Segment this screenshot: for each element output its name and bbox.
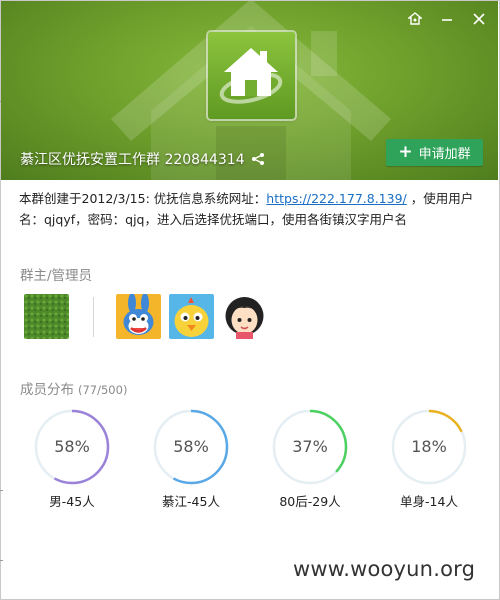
join-group-button[interactable]: + 申请加群: [386, 139, 483, 166]
group-title: 綦江区优抚安置工作群 220844314: [20, 149, 265, 169]
girl-avatar-icon: [222, 294, 267, 339]
stat-region[interactable]: 58% 綦江-45人: [149, 407, 233, 510]
stat-percent: 58%: [173, 437, 209, 456]
stat-label: 男-45人: [49, 494, 95, 509]
chick-avatar-icon: [169, 294, 214, 339]
stat-single[interactable]: 18% 单身-14人: [387, 407, 471, 510]
bunny-avatar-icon: [116, 294, 161, 339]
stat-percent: 37%: [292, 437, 328, 456]
group-description: 本群创建于2012/3/15: 优抚信息系统网址：https://222.177…: [19, 188, 489, 230]
window-controls: [404, 9, 490, 29]
skin-icon[interactable]: [404, 9, 426, 29]
house-icon: [219, 48, 283, 104]
description-text: 本群创建于2012/3/15: 优抚信息系统网址：: [19, 191, 267, 206]
group-header: 綦江区优抚安置工作群 220844314 + 申请加群: [1, 1, 498, 180]
system-link[interactable]: https://222.177.8.139/: [266, 191, 406, 206]
grass-avatar-icon: [24, 294, 69, 339]
stat-gender[interactable]: 58% 男-45人: [30, 407, 114, 510]
stat-percent: 18%: [411, 437, 447, 456]
group-logo[interactable]: [208, 32, 295, 119]
admins-heading: 群主/管理员: [20, 268, 93, 284]
admin-avatar[interactable]: [222, 294, 267, 339]
admin-avatar[interactable]: [169, 294, 214, 339]
distribution-heading: 成员分布 (77/500): [20, 378, 127, 398]
stat-label: 单身-14人: [400, 494, 458, 509]
stat-label: 綦江-45人: [162, 494, 220, 509]
join-group-label: 申请加群: [418, 147, 471, 162]
plus-icon: +: [398, 142, 413, 162]
close-icon[interactable]: [468, 9, 490, 29]
owner-avatar[interactable]: [24, 294, 69, 339]
group-name: 綦江区优抚安置工作群 220844314: [20, 152, 245, 168]
stat-percent: 58%: [54, 437, 90, 456]
admin-avatar[interactable]: [116, 294, 161, 339]
member-count: (77/500): [78, 383, 128, 397]
distribution-label: 成员分布: [20, 382, 74, 398]
edge-tick: [0, 490, 3, 491]
stat-age[interactable]: 37% 80后-29人: [268, 407, 352, 510]
admin-list: [24, 294, 275, 339]
watermark: www.wooyun.org: [293, 557, 476, 581]
admin-divider: [93, 296, 94, 337]
minimize-icon[interactable]: [436, 9, 458, 29]
edge-tick: [0, 560, 3, 561]
share-icon[interactable]: [251, 152, 265, 166]
stat-label: 80后-29人: [279, 494, 341, 509]
